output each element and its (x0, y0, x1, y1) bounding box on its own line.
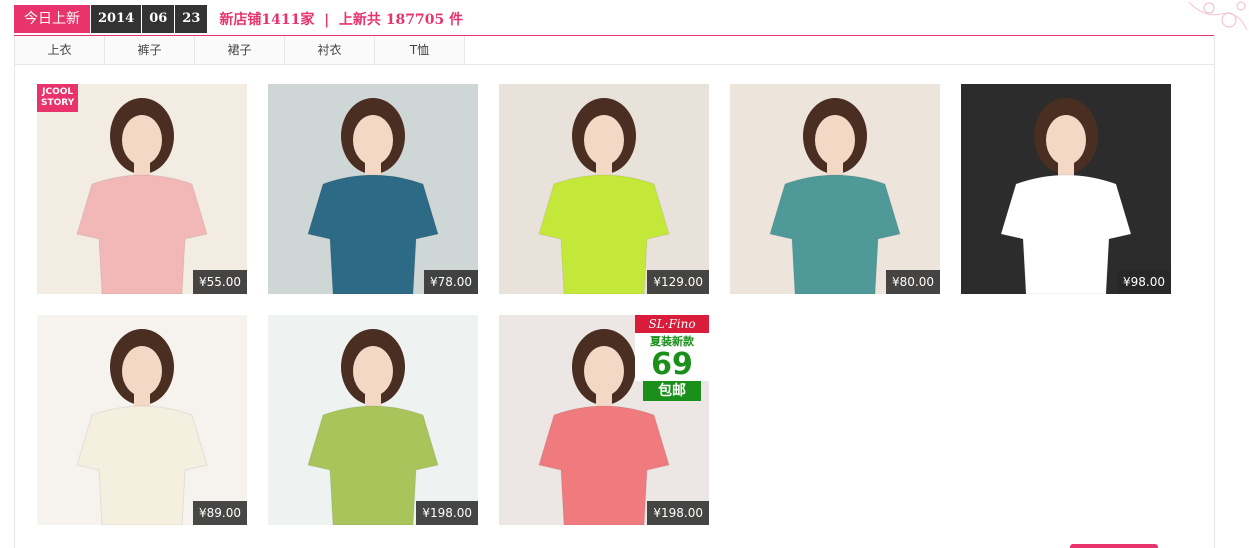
floral-decoration (1188, 1, 1248, 31)
product-photo (37, 315, 247, 525)
tab-shirts[interactable]: 衬衣 (285, 36, 375, 64)
product-photo (268, 315, 478, 525)
product-card[interactable]: SL·Fino 夏装新款 69 包邮 ¥198.00 (499, 315, 709, 525)
product-card[interactable]: ¥89.00 (37, 315, 247, 525)
product-price: ¥129.00 (647, 270, 709, 294)
promo-brand: SL·Fino (635, 315, 709, 333)
date-day: 23 (175, 5, 208, 33)
product-card[interactable]: ¥198.00 (268, 315, 478, 525)
category-tabs: 上衣 裤子 裙子 衬衣 T恤 (15, 36, 1214, 65)
promo-free-shipping: 包邮 (643, 381, 701, 401)
tab-skirts[interactable]: 裙子 (195, 36, 285, 64)
product-price: ¥198.00 (647, 501, 709, 525)
product-photo (37, 84, 247, 294)
product-card[interactable]: JCOOL STORY ¥55.00 (37, 84, 247, 294)
date-month: 06 (142, 5, 175, 33)
product-photo (730, 84, 940, 294)
jcool-story-logo: JCOOL STORY (37, 84, 79, 112)
product-photo (499, 84, 709, 294)
product-photo (961, 84, 1171, 294)
product-price: ¥55.00 (193, 270, 247, 294)
tab-tops[interactable]: 上衣 (15, 36, 105, 64)
date-year: 2014 (91, 5, 142, 33)
new-arrivals-header: 今日上新 2014 06 23 新店铺1411家 | 上新共 187705 件 (14, 4, 463, 34)
product-price: ¥98.00 (1117, 270, 1171, 294)
product-card[interactable]: ¥98.00 (961, 84, 1171, 294)
products-panel: 上衣 裤子 裙子 衬衣 T恤 JCOOL STORY ¥55.00 ¥78.00 … (14, 36, 1215, 548)
tab-pants[interactable]: 裤子 (105, 36, 195, 64)
product-price: ¥78.00 (424, 270, 478, 294)
new-arrivals-stats: 新店铺1411家 | 上新共 187705 件 (219, 12, 464, 28)
tab-tshirts[interactable]: T恤 (375, 36, 465, 64)
product-price: ¥89.00 (193, 501, 247, 525)
product-price: ¥80.00 (886, 270, 940, 294)
promo-price: 69 (635, 349, 709, 381)
product-card[interactable]: ¥80.00 (730, 84, 940, 294)
product-card[interactable]: ¥129.00 (499, 84, 709, 294)
more-button[interactable] (1070, 544, 1158, 548)
product-price: ¥198.00 (416, 501, 478, 525)
product-card[interactable]: ¥78.00 (268, 84, 478, 294)
today-new-badge: 今日上新 (14, 5, 90, 33)
promo-sticker: SL·Fino 夏装新款 69 包邮 (635, 315, 709, 401)
product-photo (268, 84, 478, 294)
